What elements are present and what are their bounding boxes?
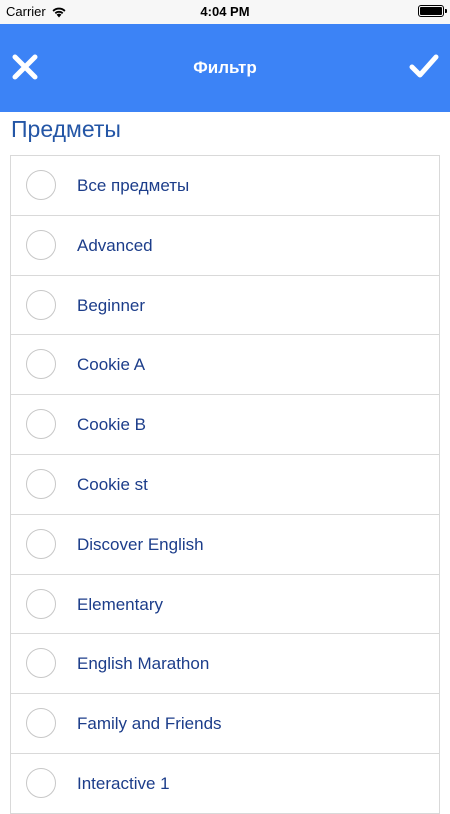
radio-button[interactable] [26,588,56,619]
battery-tip [445,9,447,13]
battery-icon [418,5,444,17]
checkmark-icon [409,54,439,78]
list-item[interactable]: Все предметы [11,156,439,216]
section-title: Предметы [11,116,121,142]
radio-button[interactable] [26,409,56,440]
list-item[interactable]: Cookie B [11,395,439,455]
list-item[interactable]: English Marathon [11,634,439,695]
subjects-list: Все предметы Advanced Beginner Cookie A … [10,155,440,814]
radio-button[interactable] [26,468,56,499]
list-item-label: Cookie A [77,355,146,375]
list-item[interactable]: Cookie st [11,455,439,515]
list-item-label: Interactive 1 [77,773,170,793]
navigation-bar: Фильтр [0,24,450,112]
radio-button[interactable] [26,528,56,559]
confirm-button[interactable] [406,50,442,84]
list-item[interactable]: Advanced [11,216,439,276]
list-item[interactable]: Interactive 1 [11,754,439,814]
list-item[interactable]: Beginner [11,276,439,336]
list-item-label: Advanced [77,235,153,255]
list-item-label: Family and Friends [77,714,222,734]
list-item-label: Elementary [77,594,163,614]
list-item[interactable]: Family and Friends [11,694,439,754]
radio-button[interactable] [26,708,56,739]
list-item-label: Discover English [77,534,204,554]
page-title: Фильтр [193,58,257,77]
radio-button[interactable] [26,229,56,260]
list-item[interactable]: Elementary [11,575,439,635]
list-item[interactable]: Cookie A [11,335,439,396]
list-item-label: English Marathon [77,654,210,674]
battery-level [420,7,442,15]
list-item-label: Все предметы [77,176,190,195]
radio-button[interactable] [26,648,56,679]
status-bar: Carrier 4:04 PM [0,0,450,24]
radio-button[interactable] [26,349,56,380]
status-time: 4:04 PM [200,4,250,19]
radio-button[interactable] [26,170,56,200]
list-item-label: Cookie B [77,415,146,435]
list-item[interactable]: Discover English [11,515,439,575]
radio-button[interactable] [26,767,56,798]
list-item-label: Beginner [77,295,146,315]
list-item-label: Cookie st [77,474,148,494]
radio-button[interactable] [26,289,56,320]
